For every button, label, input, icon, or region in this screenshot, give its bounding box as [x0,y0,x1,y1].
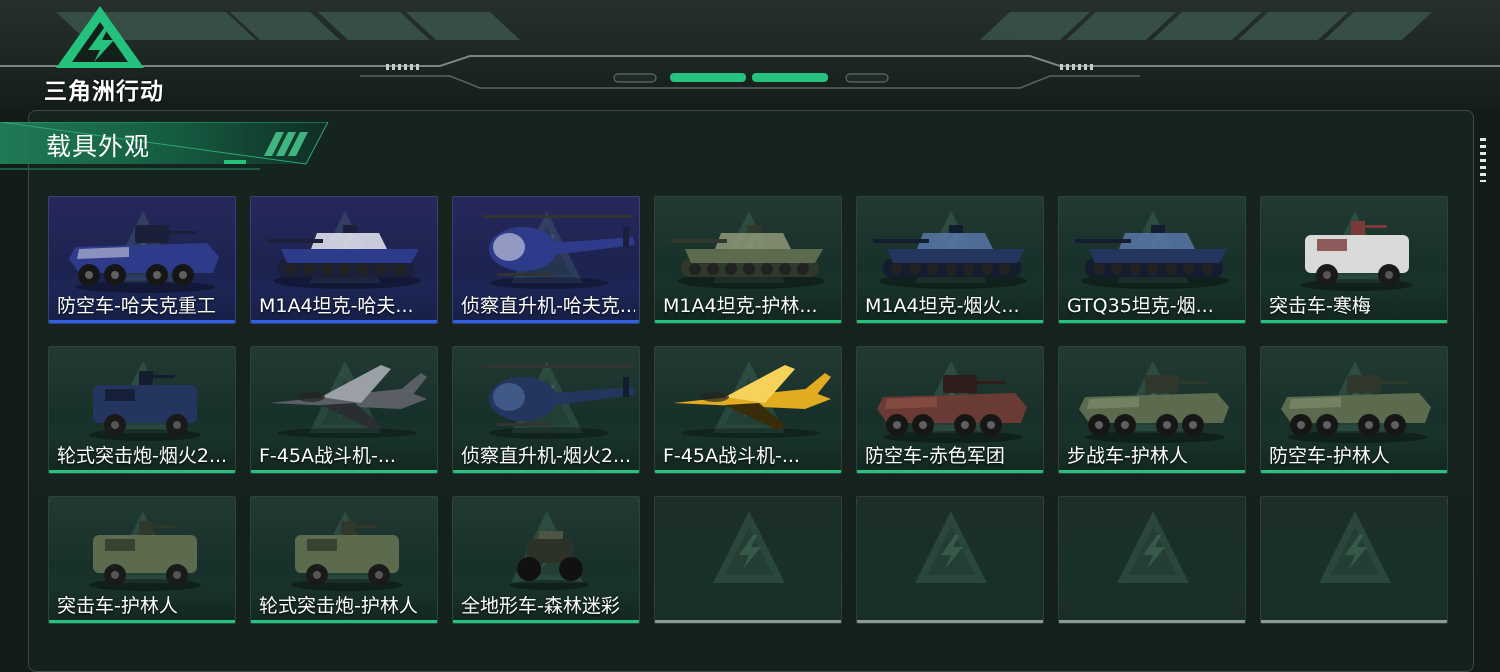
section-title: 载具外观 [46,132,151,161]
vehicle-skin-card[interactable]: F-45A战斗机-... [250,346,438,474]
vehicle-thumbnail [1281,375,1431,443]
vehicle-thumbnail [673,365,831,438]
vehicle-thumbnail [1075,225,1229,289]
rarity-bar [857,470,1043,473]
vehicle-skin-card[interactable]: 防空车-护林人 [1260,346,1448,474]
rarity-bar [857,320,1043,323]
app-logo: 三角洲行动 [44,4,184,105]
vehicle-skin-label: 全地形车-森林迷彩 [461,595,620,617]
rarity-bar [453,320,639,323]
vehicle-skin-card[interactable]: M1A4坦克-哈夫... [250,196,438,324]
vehicle-thumbnail [1079,375,1229,443]
vehicle-skin-card[interactable]: 防空车-赤色军团 [856,346,1044,474]
rarity-bar [1261,470,1447,473]
vehicle-thumbnail [483,365,635,439]
empty-vehicle-slot [1260,496,1448,624]
rarity-bar [251,470,437,473]
delta-logo-icon [56,6,144,68]
vehicle-skin-label: 突击车-寒梅 [1269,295,1371,317]
vehicle-skin-card[interactable]: 突击车-护林人 [48,496,236,624]
rarity-bar [1261,320,1447,323]
vehicle-thumbnail [509,531,589,590]
rarity-bar [453,470,639,473]
vehicle-skin-label: 突击车-护林人 [57,595,178,617]
vehicle-skin-label: 轮式突击炮-护林人 [259,595,418,617]
vehicle-skin-label: 轮式突击炮-烟火2... [57,445,228,467]
vehicle-thumbnail [877,375,1027,443]
vehicle-skin-card[interactable]: 全地形车-森林迷彩 [452,496,640,624]
delta-watermark-icon [915,511,987,583]
vehicle-thumbnail [1301,221,1413,291]
rarity-bar [1059,470,1245,473]
vehicle-skin-card[interactable]: 步战车-护林人 [1058,346,1246,474]
empty-vehicle-slot [856,496,1044,624]
delta-watermark-icon [713,511,785,583]
vehicle-thumbnail [89,371,201,441]
vehicle-skin-label: M1A4坦克-护林... [663,295,818,317]
vehicle-skin-card[interactable]: 侦察直升机-烟火2... [452,346,640,474]
rarity-bar [857,620,1043,623]
rarity-bar [655,320,841,323]
vehicle-skin-label: 侦察直升机-烟火2... [461,445,632,467]
vehicle-thumbnail [291,521,403,591]
rarity-bar [655,620,841,623]
vehicle-thumbnail [269,365,427,438]
vehicle-skin-card[interactable]: 防空车-哈夫克重工 [48,196,236,324]
vehicle-skin-label: 步战车-护林人 [1067,445,1188,467]
delta-watermark-icon [1319,511,1391,583]
rarity-bar [49,320,235,323]
rarity-bar [49,620,235,623]
vehicle-thumbnail [69,225,219,293]
vehicle-skin-label: M1A4坦克-哈夫... [259,295,414,317]
vehicle-skin-label: 侦察直升机-哈夫克... [461,295,635,317]
rarity-bar [251,620,437,623]
empty-vehicle-slot [1058,496,1246,624]
vehicle-skin-card[interactable]: F-45A战斗机-... [654,346,842,474]
scroll-indicator[interactable] [1480,138,1486,182]
vehicle-thumbnail [267,225,421,289]
vehicle-skin-label: 防空车-护林人 [1269,445,1390,467]
vehicle-skin-label: M1A4坦克-烟火... [865,295,1020,317]
rarity-bar [453,620,639,623]
rarity-bar [251,320,437,323]
app-title: 三角洲行动 [44,79,164,105]
vehicle-skin-label: F-45A战斗机-... [663,445,800,467]
vehicle-skin-card[interactable]: M1A4坦克-护林... [654,196,842,324]
rarity-bar [49,470,235,473]
vehicle-thumbnail [873,225,1027,289]
vehicle-skin-card[interactable]: 侦察直升机-哈夫克... [452,196,640,324]
vehicle-skin-card[interactable]: 轮式突击炮-烟火2... [48,346,236,474]
vehicle-skin-card[interactable]: 突击车-寒梅 [1260,196,1448,324]
rarity-bar [1059,620,1245,623]
empty-vehicle-slot [654,496,842,624]
delta-watermark-icon [1117,511,1189,583]
vehicle-thumbnail [671,225,825,289]
vehicle-skin-label: 防空车-赤色军团 [865,445,1005,467]
vehicle-skin-card[interactable]: GTQ35坦克-烟... [1058,196,1246,324]
vehicle-thumbnail [89,521,201,591]
rarity-bar [655,470,841,473]
header-decoration [0,12,1500,89]
vehicle-skin-label: F-45A战斗机-... [259,445,396,467]
vehicle-skin-label: 防空车-哈夫克重工 [57,295,216,317]
rarity-bar [1059,320,1245,323]
vehicle-skin-card[interactable]: 轮式突击炮-护林人 [250,496,438,624]
rarity-bar [1261,620,1447,623]
vehicle-skin-label: GTQ35坦克-烟... [1067,295,1214,317]
vehicle-skin-card[interactable]: M1A4坦克-烟火... [856,196,1044,324]
top-header: 三角洲行动 [0,0,1500,110]
vehicle-thumbnail [483,215,635,289]
